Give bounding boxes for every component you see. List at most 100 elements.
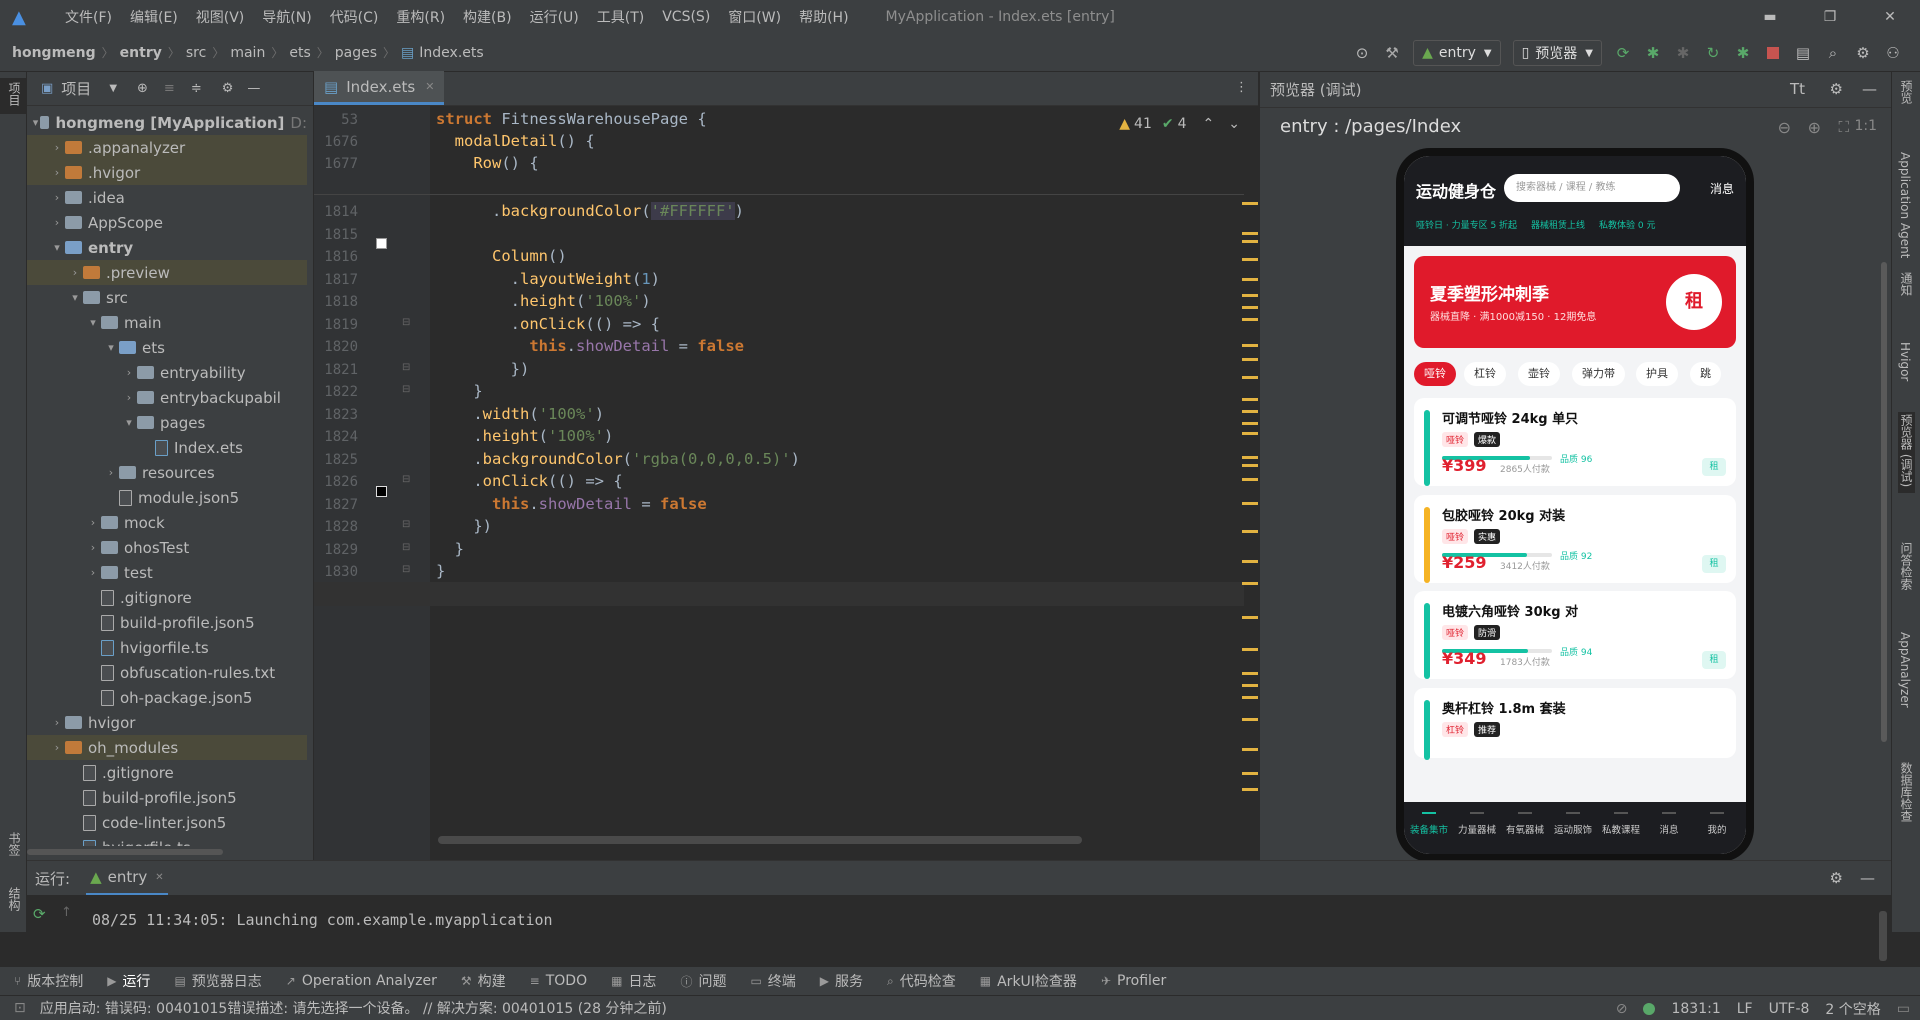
stop-icon[interactable] (1762, 42, 1784, 64)
next-highlight-icon[interactable]: ⌄ (1228, 116, 1240, 132)
line-separator[interactable]: LF (1737, 1001, 1753, 1017)
tree-item[interactable]: › ohosTest (27, 535, 307, 560)
expand-all-icon[interactable]: ≡ (164, 81, 175, 96)
bottom-tool-3[interactable]: ↗ Operation Analyzer (286, 973, 437, 989)
more-tabs-icon[interactable]: ⋮ (1235, 80, 1248, 95)
banner-badge[interactable]: 租 (1666, 274, 1722, 330)
product-card[interactable]: 可调节哑铃 24kg 单只 哑铃 爆款 品质 96 ¥399 2865人付款 租 (1414, 398, 1736, 486)
promo-banner[interactable]: 夏季塑形冲刺季 器械直降 · 满1000减150 · 12期免息 租 (1414, 256, 1736, 348)
menu-item[interactable]: VCS(S) (653, 9, 719, 25)
hide-run-icon[interactable]: — (1860, 869, 1875, 887)
chevron-down-icon[interactable]: ▾ (67, 291, 83, 304)
app-nav-item[interactable]: 力量器械 (1452, 822, 1502, 836)
chevron-down-icon[interactable]: ▼ (109, 83, 117, 94)
chevron-down-icon[interactable]: ▾ (103, 341, 119, 354)
category-tab[interactable]: 杠铃 (1464, 362, 1506, 386)
run-tab[interactable]: ▲ entry ✕ (86, 861, 168, 895)
tree-item[interactable]: .gitignore (27, 760, 307, 785)
warning-marker[interactable] (1242, 502, 1258, 505)
right-tool-button[interactable]: Hvigor (1898, 342, 1912, 385)
warning-marker[interactable] (1242, 240, 1258, 243)
tree-item[interactable]: › .appanalyzer (27, 135, 307, 160)
horizontal-scrollbar[interactable] (438, 836, 1082, 844)
bottom-tool-1[interactable]: ▶ 运行 (107, 971, 150, 991)
tree-item[interactable]: ▾ entry (27, 235, 307, 260)
previewer-settings-icon[interactable]: ⚙ (1830, 80, 1843, 98)
code-area[interactable]: struct FitnessWarehousePage { modalDetai… (314, 106, 1244, 860)
tree-item[interactable]: › mock (27, 510, 307, 535)
category-tab[interactable]: 壶铃 (1518, 362, 1560, 386)
warning-marker[interactable] (1242, 560, 1258, 563)
account-icon[interactable]: ⚇ (1882, 42, 1904, 64)
run-settings-icon[interactable]: ⚙ (1830, 869, 1843, 887)
tree-item[interactable]: hvigorfile.ts (27, 635, 307, 660)
tree-item[interactable]: ▾ pages (27, 410, 307, 435)
app-nav-item[interactable]: 运动服饰 (1548, 822, 1598, 836)
warning-marker[interactable] (1242, 344, 1258, 347)
log-scrollbar[interactable] (1879, 911, 1887, 961)
warning-marker[interactable] (1242, 432, 1258, 435)
warning-marker[interactable] (1242, 530, 1258, 533)
tree-item[interactable]: › .hvigor (27, 160, 307, 185)
panel-settings-icon[interactable]: ⚙ (222, 81, 234, 96)
warning-marker[interactable] (1242, 306, 1258, 309)
tree-item[interactable]: › AppScope (27, 210, 307, 235)
warning-marker[interactable] (1242, 278, 1258, 281)
tree-item[interactable]: build-profile.json5 (27, 610, 307, 635)
rent-button[interactable]: 租 (1702, 458, 1726, 476)
minimize-icon[interactable]: ▬ (1740, 0, 1800, 34)
right-tool-button[interactable]: 预览器 (调试) (1898, 412, 1915, 494)
tree-item[interactable]: Index.ets (27, 435, 307, 460)
tree-item[interactable]: › entrybackupabil (27, 385, 307, 410)
category-tab[interactable]: 弹力带 (1572, 362, 1625, 386)
warning-marker[interactable] (1242, 582, 1258, 585)
warning-marker[interactable] (1242, 788, 1258, 791)
lock-icon[interactable]: ▭ (1897, 1001, 1910, 1017)
menu-item[interactable]: 代码(C) (321, 7, 388, 27)
chevron-right-icon[interactable]: › (49, 166, 65, 179)
right-tool-button[interactable]: AppAnalyzer (1898, 632, 1912, 712)
zoom-in-icon[interactable]: ⊕ (1808, 118, 1821, 137)
warning-marker[interactable] (1242, 772, 1258, 775)
status-ok-icon[interactable] (1643, 1003, 1656, 1015)
breadcrumb-item[interactable]: src (186, 45, 206, 61)
bottom-tool-0[interactable]: ⑂ 版本控制 (14, 971, 83, 991)
tree-item[interactable]: › entryability (27, 360, 307, 385)
menu-item[interactable]: 视图(V) (187, 7, 254, 27)
breadcrumb-item[interactable]: ▤ Index.ets (401, 45, 484, 61)
bottom-tool-11[interactable]: ▦ ArkUI检查器 (980, 971, 1077, 991)
tree-item[interactable]: ▾ hongmeng [MyApplication] D: (27, 110, 307, 135)
run-config-select[interactable]: ▲ entry ▼ (1413, 40, 1501, 66)
tree-scrollbar[interactable] (27, 849, 223, 855)
device-select[interactable]: ▯ 预览器 ▼ (1512, 40, 1602, 66)
chevron-right-icon[interactable]: › (85, 516, 101, 529)
inspection-widget[interactable]: ▲ 41 ✔ 4 ⌃ ⌄ (1119, 116, 1240, 132)
status-icon[interactable]: ⊡ (14, 1000, 26, 1016)
chevron-right-icon[interactable]: › (49, 741, 65, 754)
chevron-right-icon[interactable]: › (67, 266, 83, 279)
device-manager-icon[interactable]: ▤ (1792, 42, 1814, 64)
project-tool-button[interactable]: 项目 (0, 78, 26, 114)
tree-item[interactable]: hvigorfile.ts (27, 835, 307, 846)
breadcrumb-item[interactable]: main (230, 45, 265, 61)
menu-item[interactable]: 编辑(E) (121, 7, 187, 27)
chevron-right-icon[interactable]: › (85, 566, 101, 579)
right-tool-button[interactable]: Application Agent (1898, 152, 1912, 262)
tree-item[interactable]: › hvigor (27, 710, 307, 735)
chevron-right-icon[interactable]: › (49, 716, 65, 729)
locate-icon[interactable]: ⊕ (137, 81, 148, 96)
rent-button[interactable]: 租 (1702, 651, 1726, 669)
bottom-tool-9[interactable]: ▶ 服务 (820, 971, 863, 991)
warning-marker[interactable] (1242, 232, 1258, 235)
rerun-run-icon[interactable]: ⟳ (33, 905, 46, 923)
chevron-down-icon[interactable]: ▾ (85, 316, 101, 329)
tree-item[interactable]: › test (27, 560, 307, 585)
app-nav-item[interactable]: 消息 (1644, 822, 1694, 836)
chevron-down-icon[interactable]: ▾ (49, 241, 65, 254)
category-tab[interactable]: 跳 (1690, 362, 1721, 386)
warning-marker[interactable] (1242, 684, 1258, 687)
product-card[interactable]: 奥杆杠铃 1.8m 套装 杠铃 推荐 (1414, 687, 1736, 760)
warning-marker[interactable] (1242, 376, 1258, 379)
menu-item[interactable]: 窗口(W) (719, 7, 790, 27)
warning-marker[interactable] (1242, 478, 1258, 481)
